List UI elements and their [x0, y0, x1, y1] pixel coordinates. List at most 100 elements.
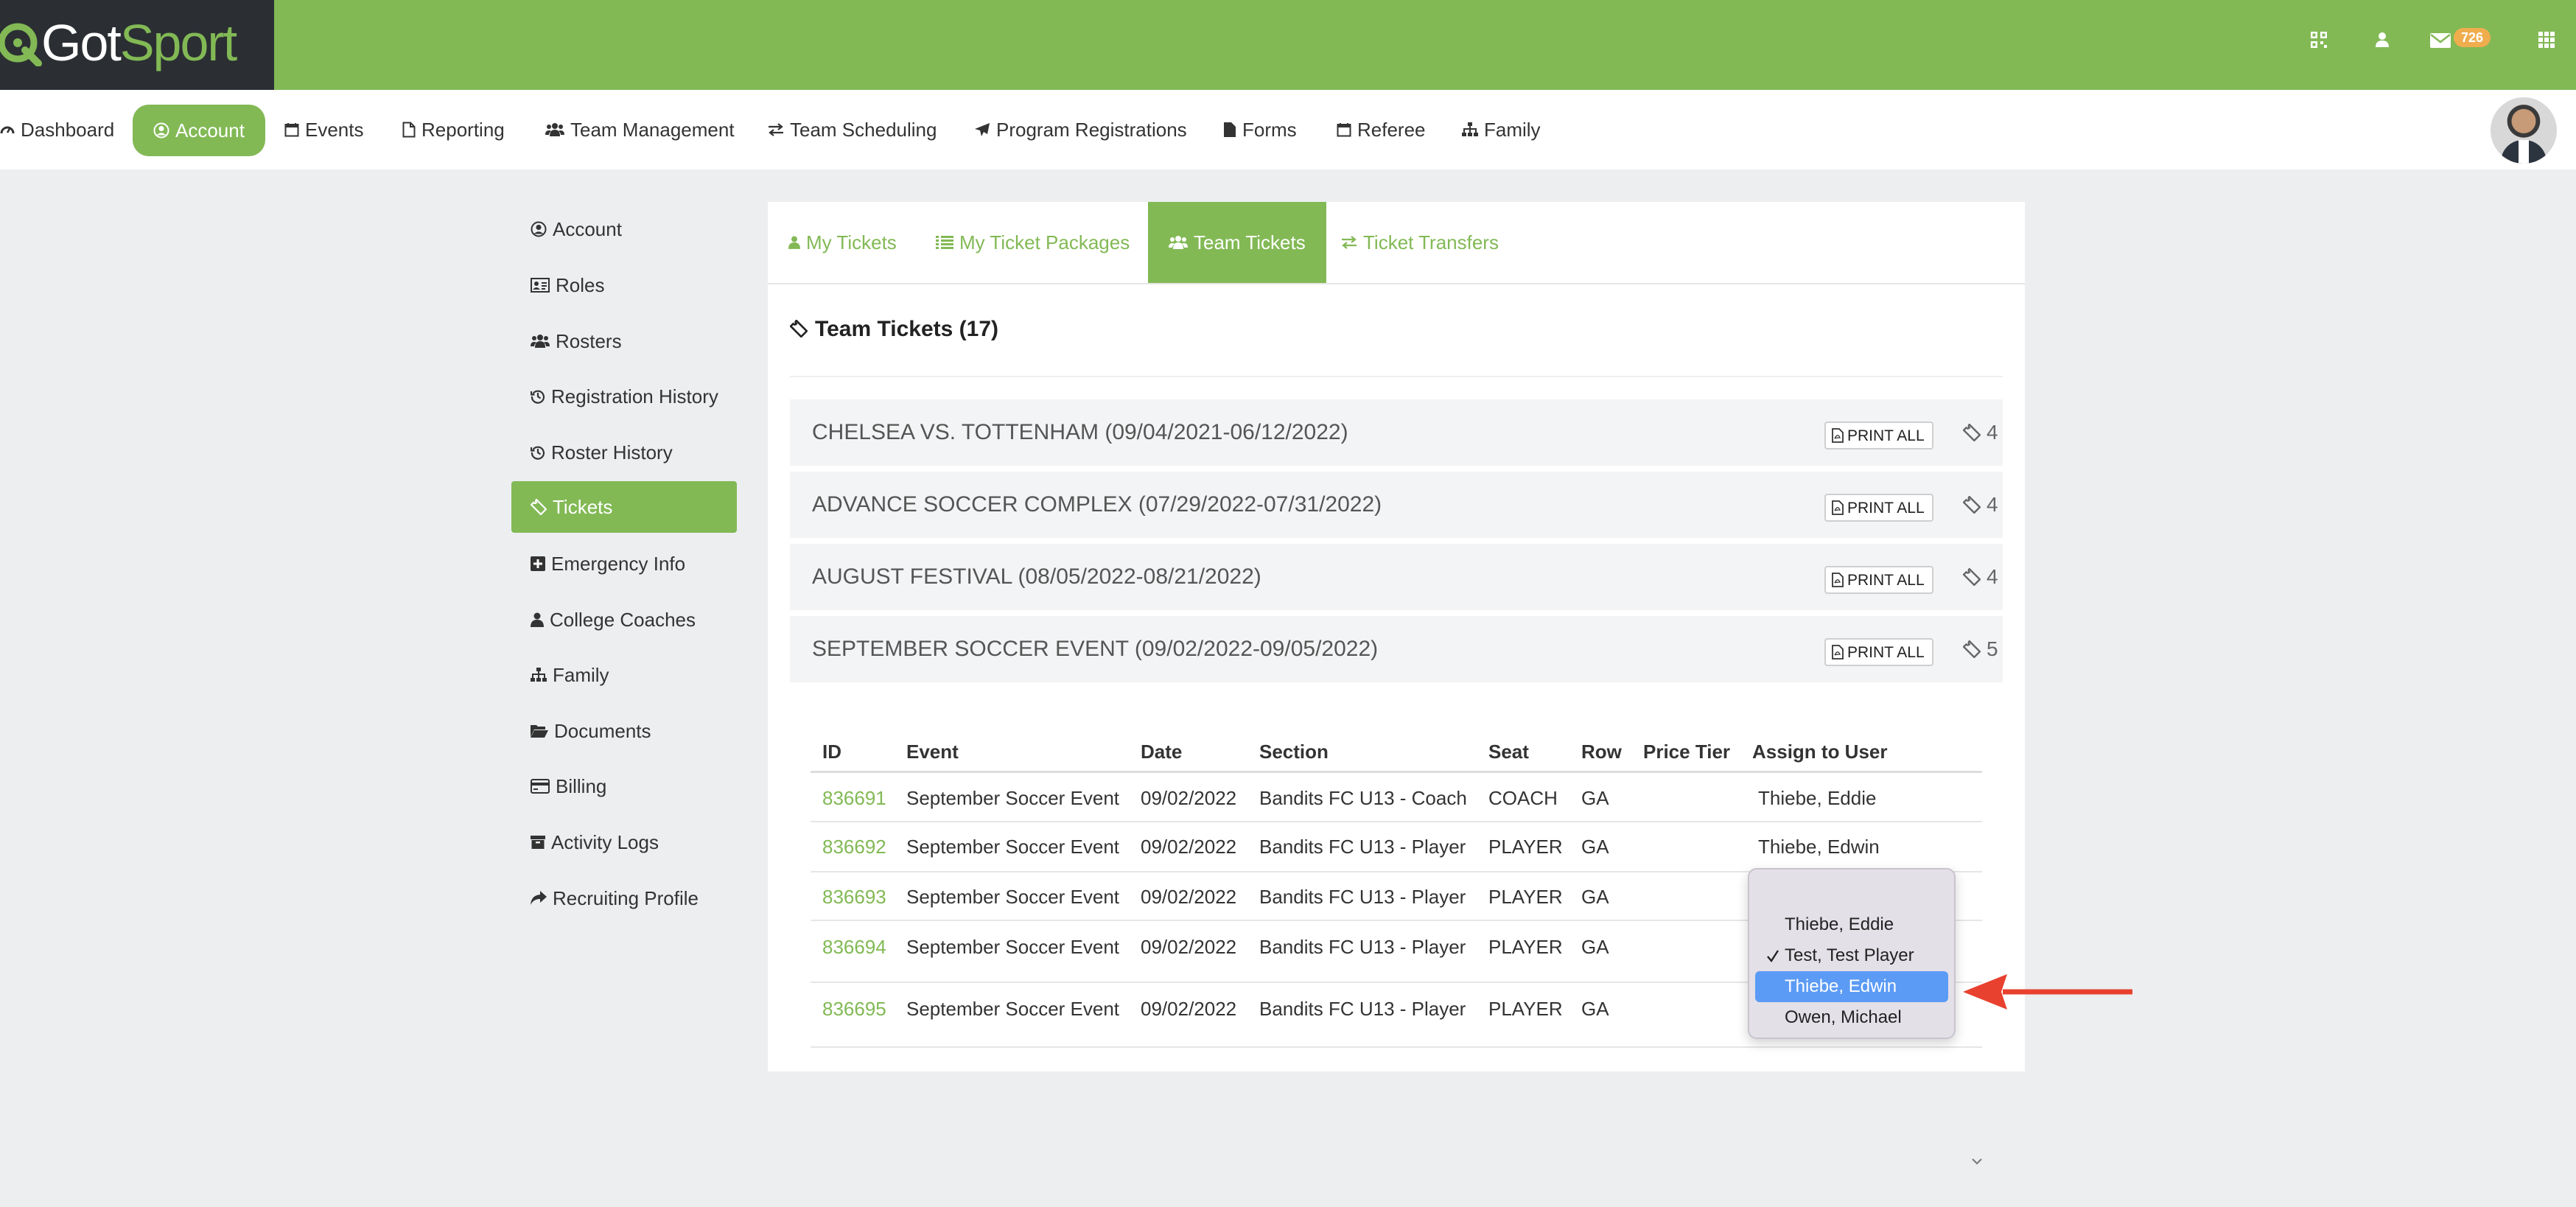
ticket-seat: PLAYER	[1488, 998, 1563, 1020]
ticket-icon	[1963, 640, 1981, 658]
sidebar-item-billing[interactable]: Billing	[511, 760, 737, 812]
nav-forms[interactable]: Forms	[1223, 113, 1297, 146]
ticket-icon	[1963, 495, 1981, 514]
dropdown-option-highlighted[interactable]: Thiebe, Edwin	[1755, 971, 1948, 1002]
ticket-id-link[interactable]: 836693	[822, 886, 886, 909]
tab-team-tickets[interactable]: Team Tickets	[1148, 202, 1326, 283]
nav-forms-label: Forms	[1242, 119, 1297, 141]
sidebar-item-roster-history[interactable]: Roster History	[511, 427, 737, 478]
qr-code-icon[interactable]	[2311, 32, 2327, 52]
user-circle-icon	[153, 122, 169, 139]
event-group[interactable]: CHELSEA VS. TOTTENHAM (09/04/2021-06/12/…	[790, 399, 2003, 466]
sidebar-item-registration-history[interactable]: Registration History	[511, 371, 737, 422]
nav-account[interactable]: Account	[133, 105, 265, 156]
ticket-row: GA	[1581, 886, 1609, 908]
column-header-date: Date	[1141, 741, 1183, 763]
event-group[interactable]: AUGUST FESTIVAL (08/05/2022-08/21/2022) …	[790, 544, 2003, 610]
ticket-date: 09/02/2022	[1141, 836, 1237, 858]
ticket-id-link[interactable]: 836694	[822, 936, 886, 959]
sidebar-item-emergency-info[interactable]: Emergency Info	[511, 538, 737, 589]
ticket-icon	[531, 499, 547, 516]
sidebar-item-college-coaches[interactable]: College Coaches	[511, 594, 737, 646]
select-chevron-icon[interactable]	[1972, 1152, 1982, 1169]
ticket-section: Bandits FC U13 - Player	[1259, 998, 1466, 1020]
user-profile-icon[interactable]	[2374, 32, 2390, 52]
print-all-button[interactable]: PRINT ALL	[1824, 566, 1933, 594]
panel-title-text: Team Tickets (17)	[815, 317, 999, 341]
column-header-seat: Seat	[1488, 741, 1529, 763]
nav-reporting[interactable]: Reporting	[402, 113, 505, 146]
user-avatar[interactable]	[2491, 97, 2557, 164]
assign-user-select[interactable]: Thiebe, Edwin	[1758, 836, 1880, 858]
column-header-assign-to-user: Assign to User	[1752, 741, 1888, 763]
ticket-event: September Soccer Event	[906, 886, 1120, 908]
dropdown-option[interactable]: Thiebe, Eddie	[1755, 909, 1948, 940]
nav-dashboard[interactable]: Dashboard	[0, 113, 114, 146]
nav-account-label: Account	[175, 119, 245, 141]
mail-icon[interactable]	[2430, 32, 2451, 52]
ticket-id-link[interactable]: 836695	[822, 998, 886, 1021]
tab-my-tickets[interactable]: My Tickets	[788, 202, 897, 283]
sidebar-item-tickets[interactable]: Tickets	[511, 481, 737, 533]
nav-program-registrations[interactable]: Program Registrations	[974, 113, 1187, 146]
ticket-event: September Soccer Event	[906, 936, 1120, 958]
sidebar-item-documents[interactable]: Documents	[511, 705, 737, 757]
dropdown-option-checked[interactable]: Test, Test Player	[1755, 940, 1948, 971]
ticket-id-link[interactable]: 836692	[822, 836, 886, 858]
nav-referee[interactable]: Referee	[1337, 113, 1426, 146]
sidebar-item-label: Tickets	[553, 496, 613, 518]
user-icon	[531, 612, 544, 628]
ticket-section: Bandits FC U13 - Player	[1259, 836, 1466, 858]
ticket-section: Bandits FC U13 - Player	[1259, 936, 1466, 958]
tab-ticket-transfers[interactable]: Ticket Transfers	[1341, 202, 1499, 283]
table-row: 836692 September Soccer Event 09/02/2022…	[811, 822, 1982, 872]
sidebar-item-label: Activity Logs	[551, 831, 659, 853]
sidebar-item-account[interactable]: Account	[511, 203, 737, 255]
ticket-id-link[interactable]: 836691	[822, 787, 886, 810]
assign-user-select[interactable]: Thiebe, Eddie	[1758, 787, 1876, 810]
users-icon	[545, 122, 564, 137]
nav-team-management[interactable]: Team Management	[545, 113, 735, 146]
print-all-label: PRINT ALL	[1847, 644, 1925, 661]
list-icon	[936, 236, 953, 250]
sitemap-icon	[531, 668, 547, 682]
ticket-seat: COACH	[1488, 787, 1558, 809]
tab-my-ticket-packages[interactable]: My Ticket Packages	[936, 202, 1130, 283]
nav-reporting-label: Reporting	[421, 119, 505, 141]
nav-team-scheduling[interactable]: Team Scheduling	[768, 113, 937, 146]
logo[interactable]: GotSport	[0, 0, 274, 90]
ticket-seat: PLAYER	[1488, 936, 1563, 958]
ticket-event: September Soccer Event	[906, 998, 1120, 1020]
dropdown-option-label: Test, Test Player	[1785, 945, 1914, 965]
sidebar-item-label: Family	[553, 664, 609, 686]
dropdown-option[interactable]: Owen, Michael	[1755, 1002, 1948, 1033]
ticket-count: 4	[1963, 544, 1998, 610]
sidebar-item-label: Billing	[556, 775, 607, 797]
print-all-button[interactable]: PRINT ALL	[1824, 421, 1933, 449]
logo-text-got: Got	[41, 14, 122, 71]
print-all-button[interactable]: PRINT ALL	[1824, 638, 1933, 666]
sidebar-item-family[interactable]: Family	[511, 649, 737, 701]
ticket-seat: PLAYER	[1488, 886, 1563, 908]
column-header-section: Section	[1259, 741, 1329, 763]
file-pdf-icon	[1832, 428, 1844, 443]
ticket-section: Bandits FC U13 - Coach	[1259, 787, 1467, 809]
sidebar-item-activity-logs[interactable]: Activity Logs	[511, 816, 737, 868]
apps-grid-icon[interactable]	[2538, 32, 2555, 52]
ticket-count: 4	[1963, 399, 1998, 466]
column-header-row: Row	[1581, 741, 1622, 763]
history-icon	[531, 445, 545, 460]
event-group[interactable]: ADVANCE SOCCER COMPLEX (07/29/2022-07/31…	[790, 472, 2003, 538]
nav-events[interactable]: Events	[284, 113, 364, 146]
sidebar-item-rosters[interactable]: Rosters	[511, 315, 737, 367]
event-name: AUGUST FESTIVAL (08/05/2022-08/21/2022)	[812, 564, 1261, 589]
sidebar-item-label: Registration History	[551, 385, 718, 407]
sidebar-item-recruiting-profile[interactable]: Recruiting Profile	[511, 872, 737, 924]
event-group[interactable]: SEPTEMBER SOCCER EVENT (09/02/2022-09/05…	[790, 616, 2003, 682]
user-icon	[788, 236, 800, 250]
nav-family[interactable]: Family	[1462, 113, 1541, 146]
sidebar-item-roles[interactable]: Roles	[511, 259, 737, 311]
print-all-button[interactable]: PRINT ALL	[1824, 494, 1933, 522]
dropdown-option-blank[interactable]	[1755, 878, 1948, 909]
event-name: ADVANCE SOCCER COMPLEX (07/29/2022-07/31…	[812, 492, 1382, 517]
